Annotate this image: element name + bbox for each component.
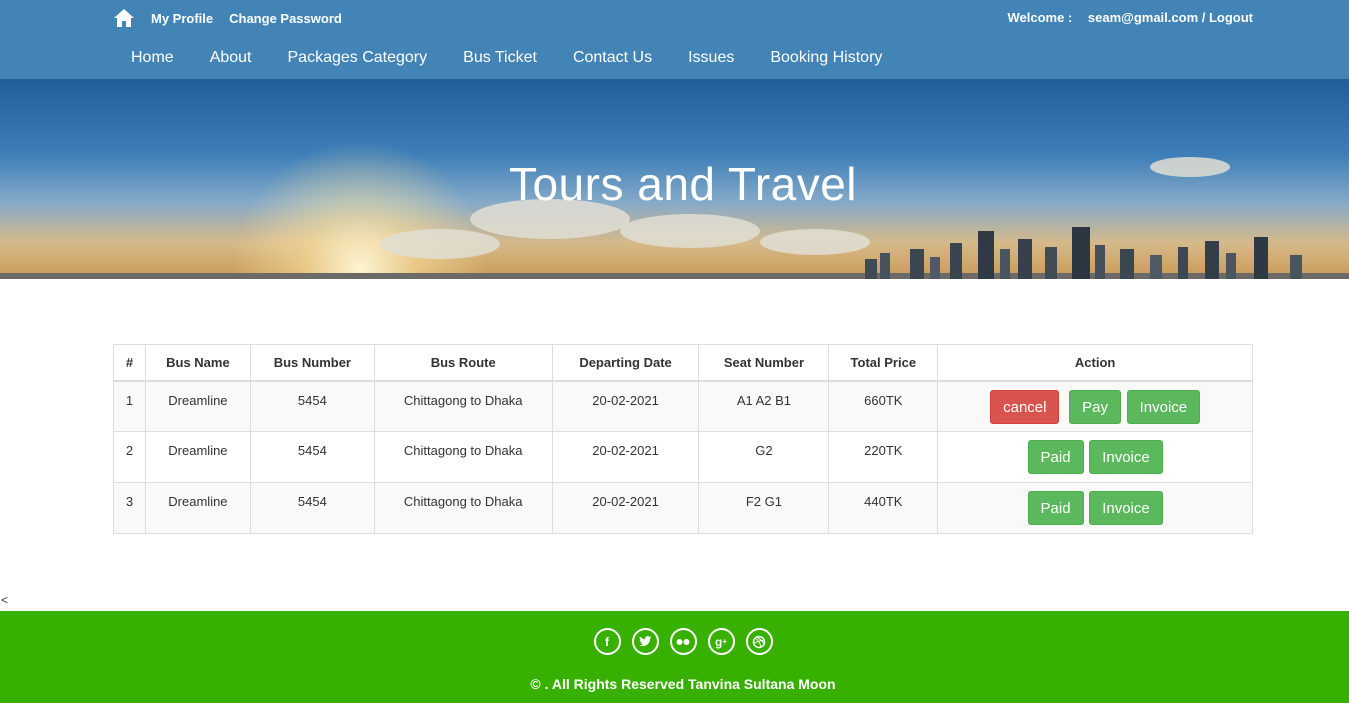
home-icon[interactable] (113, 8, 135, 28)
nav-about[interactable]: About (192, 40, 270, 76)
cell-bus-number: 5454 (249, 482, 375, 534)
col-header-bus-number: Bus Number (249, 344, 375, 382)
col-header-bus-route: Bus Route (373, 344, 553, 382)
stray-text: < (1, 593, 9, 607)
city-skyline (0, 227, 1349, 279)
cell-total-price: 660TK (828, 380, 939, 432)
invoice-button[interactable]: Invoice (1126, 389, 1201, 424)
change-password-link[interactable]: Change Password (229, 11, 342, 26)
cell-bus-number: 5454 (249, 380, 375, 432)
cell-action: Paid Invoice (937, 431, 1253, 483)
booking-history-table: # Bus Name Bus Number Bus Route Departin… (113, 344, 1253, 534)
cell-total-price: 220TK (828, 431, 939, 483)
cell-seat-number: A1 A2 B1 (698, 380, 830, 432)
copyright-text: © . All Rights Reserved Tanvina Sultana … (530, 676, 836, 692)
hero-banner: Tours and Travel (0, 79, 1349, 279)
cell-departing-date: 20-02-2021 (551, 431, 700, 483)
cell-departing-date: 20-02-2021 (551, 482, 700, 534)
top-header: My Profile Change Password Welcome : sea… (0, 0, 1349, 79)
nav-packages-category[interactable]: Packages Category (270, 40, 446, 76)
paid-button[interactable]: Paid (1027, 440, 1084, 474)
cell-bus-name: Dreamline (144, 482, 251, 534)
my-profile-link[interactable]: My Profile (151, 11, 213, 26)
table-header-row: # Bus Name Bus Number Bus Route Departin… (113, 344, 1253, 382)
cell-total-price: 440TK (828, 482, 939, 534)
facebook-icon[interactable]: f (593, 628, 621, 655)
pay-button[interactable]: Pay (1069, 389, 1121, 424)
cell-bus-route: Chittagong to Dhaka (373, 482, 553, 534)
col-header-departing-date: Departing Date (551, 344, 700, 382)
col-header-total-price: Total Price (828, 344, 939, 382)
col-header-action: Action (937, 344, 1253, 382)
google-plus-icon[interactable]: g + (707, 628, 735, 655)
invoice-button[interactable]: Invoice (1089, 440, 1163, 474)
cell-action: cancel Pay Invoice (937, 380, 1253, 432)
cell-bus-route: Chittagong to Dhaka (373, 431, 553, 483)
cell-number: 1 (113, 380, 146, 432)
main-nav: Home About Packages Category Bus Ticket … (113, 40, 900, 76)
banner-title: Tours and Travel (508, 158, 858, 210)
nav-contact-us[interactable]: Contact Us (555, 40, 670, 76)
cell-bus-name: Dreamline (144, 380, 251, 432)
cell-action: Paid Invoice (937, 482, 1253, 534)
cell-seat-number: G2 (698, 431, 830, 483)
cancel-button[interactable]: cancel (990, 389, 1060, 424)
cell-number: 2 (113, 431, 146, 483)
user-logout-link[interactable]: seam@gmail.com / Logout (1088, 10, 1253, 25)
table-row: 2 Dreamline 5454 Chittagong to Dhaka 20-… (113, 431, 1253, 483)
footer: f g + © . All Rights Reserved Tanvina Sul… (0, 611, 1349, 703)
paid-button[interactable]: Paid (1027, 491, 1084, 525)
dribbble-icon[interactable] (745, 628, 773, 655)
nav-home[interactable]: Home (113, 40, 192, 76)
col-header-number: # (113, 344, 146, 382)
welcome-area: Welcome : seam@gmail.com / Logout (1008, 10, 1254, 25)
nav-bus-ticket[interactable]: Bus Ticket (445, 40, 555, 76)
table-row: 3 Dreamline 5454 Chittagong to Dhaka 20-… (113, 482, 1253, 534)
flickr-icon[interactable] (669, 628, 697, 655)
cell-bus-number: 5454 (249, 431, 375, 483)
cell-seat-number: F2 G1 (698, 482, 830, 534)
top-links: My Profile Change Password (113, 4, 358, 32)
welcome-label: Welcome : (1007, 10, 1073, 25)
col-header-bus-name: Bus Name (144, 344, 251, 382)
cell-bus-name: Dreamline (144, 431, 251, 483)
table-row: 1 Dreamline 5454 Chittagong to Dhaka 20-… (113, 380, 1253, 432)
nav-booking-history[interactable]: Booking History (752, 40, 900, 76)
invoice-button[interactable]: Invoice (1089, 491, 1163, 525)
social-links: f g + (0, 628, 1349, 655)
cell-departing-date: 20-02-2021 (551, 380, 700, 432)
col-header-seat-number: Seat Number (698, 344, 830, 382)
cell-bus-route: Chittagong to Dhaka (373, 380, 553, 432)
nav-issues[interactable]: Issues (670, 40, 752, 76)
cell-number: 3 (113, 482, 146, 534)
twitter-icon[interactable] (631, 628, 659, 655)
